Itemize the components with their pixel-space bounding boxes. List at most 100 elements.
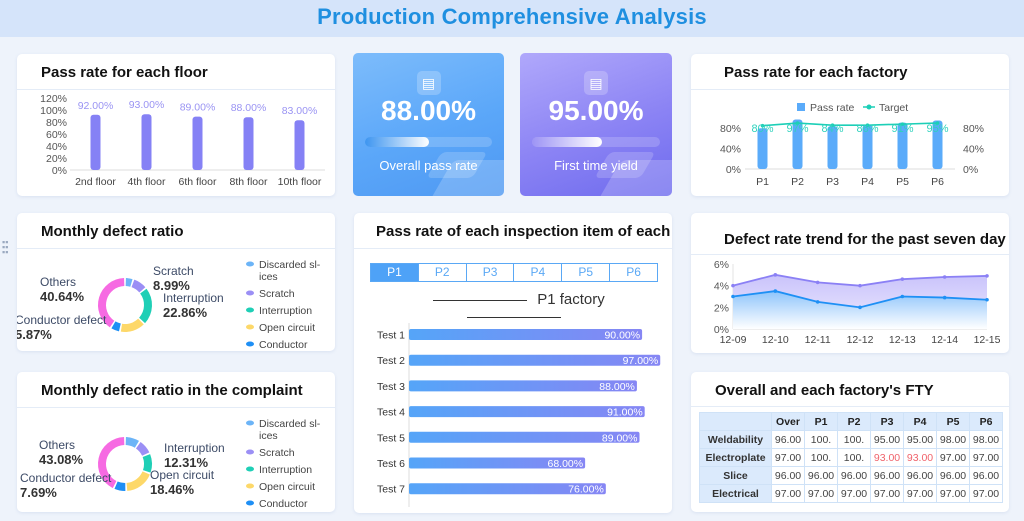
series-point: [858, 283, 862, 288]
bar: [294, 120, 305, 170]
y-tick-label: Test 2: [377, 355, 405, 367]
x-tick-label: P4: [861, 176, 874, 188]
legend-swatch: [246, 307, 254, 313]
series-point: [773, 273, 778, 277]
table-cell: 97.00: [804, 484, 838, 503]
card-title: Defect rate trend for the past seven day: [691, 213, 1009, 255]
x-tick-label: 4th floor: [128, 176, 166, 188]
table-cell: 100.: [804, 448, 838, 467]
report-check-icon: ▤: [416, 71, 441, 95]
monthly-defect-donut: Scratch8.99%Interruption22.86%Conductor …: [17, 259, 321, 351]
y-tick-label: Test 5: [377, 432, 405, 444]
x-tick-label: 12-15: [974, 334, 1001, 346]
x-tick-label: 12-11: [805, 334, 831, 346]
table-cell: 100.: [837, 448, 871, 467]
donut-slice: [131, 279, 146, 293]
divider: [467, 316, 561, 318]
factory-tabs: P1 P2 P3 P4 P5 P6: [370, 263, 658, 282]
y-tick-label: 100%: [40, 105, 67, 117]
legend-swatch: [246, 420, 254, 426]
factory-heading: P1 factory: [376, 291, 652, 325]
series-point: [815, 300, 820, 304]
card-title: Pass rate for each floor: [17, 54, 335, 90]
callout-value: 18.46%: [150, 482, 195, 497]
legend-label: Scratch: [259, 447, 295, 459]
donut-slice: [138, 288, 152, 324]
column-header: P2: [837, 412, 871, 431]
callout-value: 5.87%: [17, 327, 52, 342]
donut-slice: [111, 321, 121, 332]
table-row: Electrical 97.00 97.00 97.00 97.00 97.00 97.00…: [699, 484, 1003, 503]
series-point: [731, 294, 735, 299]
first-time-yield-card: ▤ 95.00% First time yield: [520, 53, 672, 196]
series-point: [773, 289, 778, 293]
table-cell: 97.00: [936, 448, 970, 467]
y-tick-label: Test 3: [377, 381, 405, 393]
complaint-defect-donut: Interruption12.31%Open circuit18.46%Cond…: [20, 418, 321, 510]
tab-p1[interactable]: P1: [371, 264, 419, 281]
x-tick-label: P1: [756, 176, 769, 188]
y-tick-label: Test 4: [377, 407, 405, 419]
x-tick-label: 12-12: [847, 334, 874, 346]
x-tick-label: 12-14: [931, 334, 958, 346]
tab-p5[interactable]: P5: [562, 264, 611, 281]
bar: [90, 114, 101, 170]
legend-label: Pass rate: [810, 102, 855, 114]
table-row: Slice 96.00 96.00 96.00 96.00 96.00 96.00 96.00: [699, 466, 1003, 485]
callout-name: Interruption: [164, 441, 225, 455]
table-cell: 97.00: [870, 484, 904, 503]
legend-label: ices: [259, 271, 278, 283]
callout-name: Conductor defect: [17, 313, 107, 327]
y-tick-label: 2%: [714, 302, 729, 314]
kpi-label: First time yield: [554, 158, 638, 173]
data-label: 93.00%: [129, 99, 165, 111]
data-label: 97%: [786, 123, 808, 135]
bar: [192, 116, 203, 170]
table-cell: 96.00: [903, 466, 937, 485]
y-tick-label: Test 7: [377, 484, 405, 496]
legend-label: Discarded sl-: [259, 418, 321, 430]
legend-swatch: [246, 341, 254, 347]
y-tick-label: 60%: [46, 129, 67, 141]
bar: [141, 114, 152, 170]
data-label: 91%: [891, 123, 913, 135]
x-tick-label: 12-09: [720, 334, 747, 346]
data-label: 89.00%: [180, 102, 216, 114]
defect-trend-card: Defect rate trend for the past seven day…: [691, 213, 1009, 353]
divider: [433, 299, 528, 301]
data-label: 89.00%: [602, 432, 638, 444]
series-point: [858, 305, 862, 310]
legend-swatch: [246, 290, 254, 296]
table-row: Electroplate 97.00 100. 100. 93.00 93.00 97.00…: [699, 448, 1003, 467]
page-title: Production Comprehensive Analysis: [317, 4, 707, 29]
x-tick-label: 12-10: [762, 334, 789, 346]
tab-p3[interactable]: P3: [467, 264, 515, 281]
legend-swatch: [246, 324, 254, 330]
table-row: Weldability 96.00 100. 100. 95.00 95.00 98.00 9…: [699, 430, 1003, 449]
series-point: [900, 277, 905, 281]
tab-p2[interactable]: P2: [419, 264, 467, 281]
data-label: 92.00%: [78, 100, 114, 112]
table-header-row: Over P1 P2 P3 P4 P5 P6: [699, 412, 1003, 431]
legend-swatch: [246, 483, 254, 489]
tab-p4[interactable]: P4: [514, 264, 563, 281]
drag-handle-icon[interactable]: ▪▪ ▪▪ ▪▪: [2, 238, 12, 257]
y-tick-label-left: 40%: [720, 144, 741, 156]
callout-name: Others: [39, 438, 75, 452]
data-label: 68.00%: [547, 458, 583, 470]
y-tick-label-right: 40%: [963, 144, 984, 156]
callout-value: 43.08%: [39, 452, 84, 467]
y-tick-label: Test 1: [377, 330, 405, 342]
kpi-value: 95.00%: [548, 95, 644, 126]
callout-name: Scratch: [153, 264, 194, 278]
tab-p6[interactable]: P6: [610, 264, 657, 281]
inspection-bar-chart: Test 1 90.00% Test 2 97.00% Test 3 88.00% Test…: [377, 323, 661, 507]
legend-label: Open circuit: [259, 481, 315, 493]
y-tick-label: 40%: [46, 141, 67, 153]
data-label: 86%: [856, 123, 878, 135]
card-title: Overall and each factory's FTY: [691, 372, 1009, 407]
column-header: P1: [804, 412, 838, 431]
kpi-value: 88.00%: [381, 95, 476, 126]
x-tick-label: P3: [826, 176, 839, 188]
table-cell: 100.: [837, 430, 871, 449]
